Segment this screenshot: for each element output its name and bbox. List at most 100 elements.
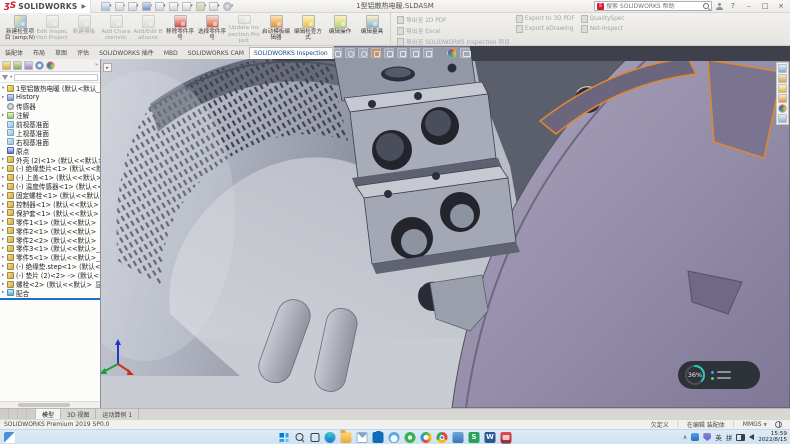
task-pane-tab-icon[interactable] — [778, 94, 787, 103]
ribbon-button[interactable]: 启动模板编辑器 — [260, 14, 292, 44]
tree-item-row[interactable]: ▸ 螺栓<2> (默认<<默认>_显示状态 — [0, 280, 100, 289]
filter-caret-icon[interactable]: ▾ — [10, 75, 12, 80]
help-button[interactable]: ? — [727, 2, 739, 10]
taskbar-app-icon[interactable] — [373, 432, 384, 443]
tree-item-row[interactable]: ▸ (-) 垫片 (2)<2> -> (默认<<默认> — [0, 271, 100, 280]
command-tab[interactable]: 布局 — [28, 45, 50, 59]
tree-item-row[interactable]: ▸ 零件5<1> (默认<<默认>_显示状态 — [0, 253, 100, 262]
taskbar-clock[interactable]: 15:59 2022/8/15 — [758, 431, 787, 444]
quick-access-icon[interactable] — [182, 2, 191, 11]
export-menu-item[interactable]: Export eDrawing — [516, 25, 575, 33]
export-menu-item[interactable]: 导出至 SOLIDWORKS Inspection 项目 — [397, 37, 510, 46]
tray-shield-icon[interactable] — [703, 433, 711, 441]
task-pane-tab-icon[interactable] — [778, 64, 787, 73]
ime-mode-indicator[interactable]: 拼 — [726, 432, 733, 442]
featuremanager-flyout-button[interactable]: ▸ — [103, 63, 112, 72]
command-tab[interactable]: 草图 — [50, 45, 72, 59]
taskbar-app-icon[interactable] — [295, 432, 306, 443]
export-menu-item[interactable]: QualitySpec — [581, 15, 625, 23]
task-pane-tab-icon[interactable] — [778, 84, 787, 93]
manager-tab-icon[interactable] — [2, 61, 11, 70]
manager-tab-icon[interactable] — [24, 61, 33, 70]
ribbon-button[interactable]: Update Inspection Project — [228, 14, 260, 44]
heads-up-icon[interactable] — [423, 48, 433, 58]
login-account-icon[interactable] — [716, 3, 723, 10]
tree-item-row[interactable]: ▸ 传感器 — [0, 102, 100, 111]
quick-access-icon[interactable] — [155, 2, 164, 11]
taskbar-app-icon[interactable]: S — [469, 432, 480, 443]
manager-tab-icon[interactable] — [13, 61, 22, 70]
tree-item-row[interactable]: ▸ 右视基准面 — [0, 137, 100, 146]
scrollbar-thumb[interactable] — [18, 403, 70, 407]
ribbon-button[interactable]: 新建模板 — [68, 14, 100, 44]
ribbon-button[interactable]: 编辑操作 — [324, 14, 356, 44]
command-tab[interactable]: SOLIDWORKS CAM — [183, 47, 249, 59]
tab-scroll-button[interactable] — [0, 409, 9, 419]
taskbar-app-icon[interactable] — [357, 432, 368, 443]
quick-access-icon[interactable] — [101, 2, 110, 11]
export-menu-item[interactable]: Net-Inspect — [581, 25, 625, 33]
solidworks-menu-button[interactable]: ʒS SOLIDWORKS ▶ — [0, 0, 91, 13]
panel-horizontal-scrollbar[interactable] — [0, 401, 100, 408]
quick-access-icon[interactable] — [142, 2, 151, 11]
tree-item-row[interactable]: ▸ 控制器<1> (默认<<默认>_显示状 — [0, 200, 100, 209]
manager-tab-icon[interactable] — [35, 61, 44, 70]
ribbon-button[interactable]: 选择零件序号 — [196, 14, 228, 44]
tree-root-row[interactable]: ▾ 1型铝散热电暖 (默认<默认_显示状态>-1 — [0, 84, 100, 93]
tree-item-row[interactable]: ▸ 零件1<1> (默认<<默认>_显示状态 — [0, 217, 100, 226]
manager-tab-icon[interactable] — [46, 61, 55, 70]
units-selector[interactable]: MMGS ▼ — [743, 421, 767, 428]
quick-access-icon[interactable] — [196, 2, 205, 11]
tree-item-row[interactable]: ▸ 零件2<1> (默认<<默认>_显示状态 — [0, 226, 100, 235]
command-tab[interactable]: SOLIDWORKS 插件 — [94, 45, 159, 59]
tree-item-row[interactable]: ▸ 零件3<1> (默认<<默认>_显示状态 — [0, 244, 100, 253]
tree-item-row[interactable]: ▸ (-) 上盖<1> (默认<<默认>_显示状 — [0, 173, 100, 182]
taskbar-app-icon[interactable] — [437, 432, 448, 443]
taskbar-app-icon[interactable] — [279, 432, 290, 443]
tab-scroll-button[interactable] — [18, 409, 27, 419]
filter-funnel-icon[interactable] — [2, 75, 8, 80]
taskbar-app-icon[interactable] — [341, 432, 352, 443]
tree-item-row[interactable]: ▸ (-) 温度传感器<1> (默认<<默认>_ — [0, 182, 100, 191]
command-tab[interactable]: SOLIDWORKS Inspection — [249, 47, 333, 59]
ribbon-button[interactable]: 编辑量具 — [356, 14, 388, 44]
taskbar-app-icon[interactable] — [311, 433, 320, 442]
task-pane-tab-icon[interactable] — [778, 104, 787, 113]
ribbon-button[interactable]: Edit Inspection Project — [36, 14, 68, 44]
command-tab[interactable]: MBD — [159, 47, 183, 59]
tree-item-row[interactable]: ▸ 上视基准面 — [0, 128, 100, 137]
minimize-button[interactable]: – — [743, 2, 755, 10]
taskbar-app-icon[interactable]: W — [485, 432, 496, 443]
taskbar-app-icon[interactable] — [421, 432, 432, 443]
heads-up-icon[interactable] — [345, 48, 355, 58]
ribbon-button[interactable]: Add Characteristic — [100, 14, 132, 44]
heads-up-icon[interactable] — [460, 48, 470, 58]
close-button[interactable]: × — [775, 2, 787, 10]
heads-up-icon[interactable] — [371, 48, 381, 58]
speaker-icon[interactable] — [749, 434, 754, 440]
taskbar-app-icon[interactable] — [453, 432, 464, 443]
ribbon-button[interactable]: 编辑检查方式 — [292, 14, 324, 44]
task-pane-tab-icon[interactable] — [778, 74, 787, 83]
quick-access-icon[interactable] — [223, 2, 232, 11]
help-search-input[interactable] — [606, 3, 701, 10]
tree-item-row[interactable]: ▸ 外壳 (2)<1> (默认<<默认>_显示状 — [0, 155, 100, 164]
heads-up-icon[interactable] — [410, 48, 420, 58]
quick-access-icon[interactable] — [128, 2, 137, 11]
search-icon[interactable] — [703, 3, 709, 9]
ime-language-indicator[interactable]: 英 — [715, 432, 722, 442]
heads-up-icon[interactable] — [332, 48, 342, 58]
tab-scroll-button[interactable] — [9, 409, 18, 419]
taskbar-app-icon[interactable] — [389, 432, 400, 443]
ribbon-button[interactable]: Add/Edit Balloons — [132, 14, 164, 44]
quick-access-icon[interactable] — [209, 2, 218, 11]
web-help-globe-icon[interactable] — [775, 421, 782, 428]
quick-access-icon[interactable] — [169, 2, 178, 11]
menu-expand-icon[interactable]: ▶ — [81, 3, 86, 10]
model-view-tab[interactable]: 模型 — [36, 409, 61, 419]
performance-overlay[interactable]: 36% — [678, 361, 760, 389]
tree-item-row[interactable]: ▸ (-) 绝缘垫.step<1> (默认<<默认> — [0, 262, 100, 271]
tree-filter-input[interactable] — [14, 74, 98, 81]
export-menu-item[interactable]: Export to 3D PDF — [516, 15, 575, 23]
viewport-3d[interactable] — [0, 46, 790, 408]
